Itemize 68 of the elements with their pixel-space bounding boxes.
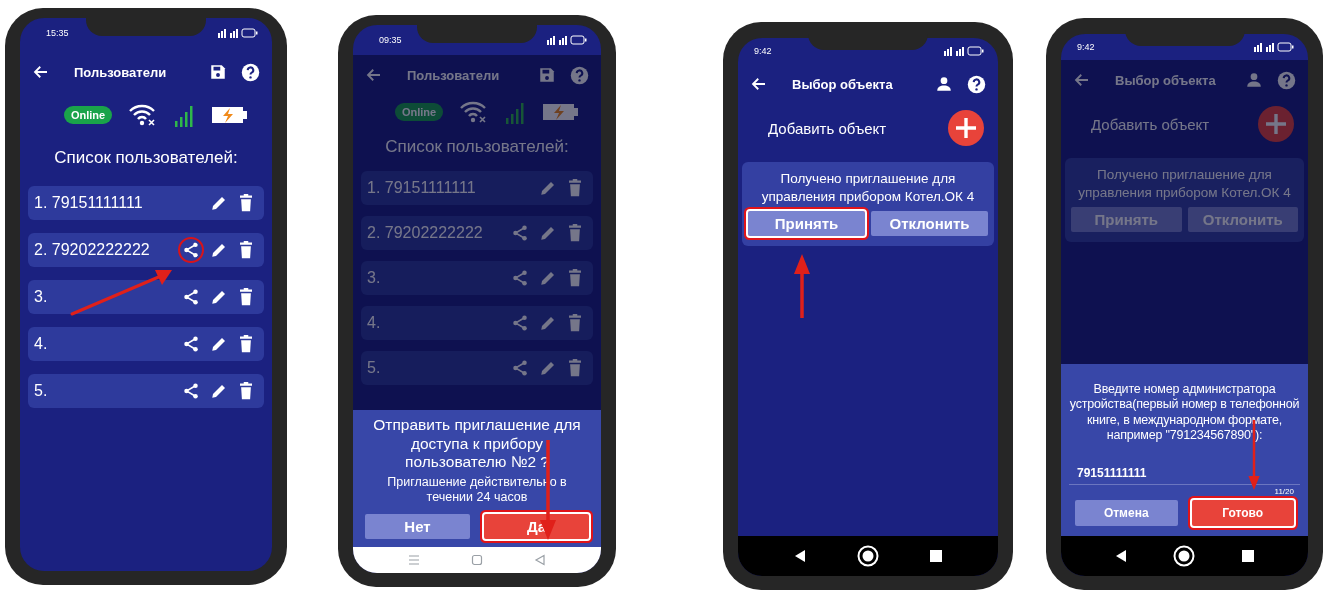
pencil-icon[interactable] xyxy=(210,335,228,353)
online-badge: Online xyxy=(394,103,444,121)
status-icons xyxy=(545,35,587,45)
person-icon[interactable] xyxy=(935,75,953,93)
user-label: 4. xyxy=(367,314,382,332)
status-icons xyxy=(1252,42,1294,52)
trash-icon[interactable] xyxy=(238,335,254,353)
share-icon[interactable] xyxy=(182,288,200,306)
user-label: 2. 79202222222 xyxy=(367,224,484,242)
user-label: 2. 79202222222 xyxy=(34,241,151,259)
trash-icon[interactable] xyxy=(238,194,254,212)
status-time: 15:35 xyxy=(46,28,69,38)
pencil-icon[interactable] xyxy=(210,241,228,259)
square-icon[interactable] xyxy=(929,549,943,563)
user-label: 5. xyxy=(34,382,49,400)
pencil-icon[interactable] xyxy=(210,194,228,212)
share-icon[interactable] xyxy=(182,382,200,400)
help-icon[interactable] xyxy=(967,74,986,94)
user-row[interactable]: 2. 79202222222 xyxy=(28,233,264,267)
pointer-arrow xyxy=(794,254,810,318)
invitation-text: Получено приглашение для управления прибором Котел.ОК 4 xyxy=(1077,166,1292,202)
plus-icon[interactable] xyxy=(948,110,984,146)
add-object-label: Добавить объект xyxy=(768,119,887,137)
user-label: 4. xyxy=(34,335,49,353)
pencil-icon[interactable] xyxy=(210,288,228,306)
screen-title: Пользователи xyxy=(406,67,501,83)
dialog-button[interactable]: Нет xyxy=(365,514,470,539)
share-icon[interactable] xyxy=(178,237,204,263)
user-label: 1. 79151111111 xyxy=(367,179,477,197)
list-heading: Список пользователей: xyxy=(384,137,570,157)
invitation-text: Получено приглашение для управления прибором Котел.ОК 4 xyxy=(760,170,976,206)
user-label: 1. 79151111111 xyxy=(34,194,144,212)
user-label: 3. xyxy=(367,269,382,287)
user-row[interactable]: 1. 79151111111 xyxy=(28,186,264,220)
home-circle-icon[interactable] xyxy=(857,545,879,567)
status-time: 9:42 xyxy=(1077,42,1095,52)
screen-title: Пользователи xyxy=(73,64,168,80)
status-time: 09:35 xyxy=(379,35,402,45)
battery-charging-icon xyxy=(543,102,580,122)
add-object-label: Добавить объект xyxy=(1091,115,1210,133)
screen-title: Выбор объекта xyxy=(1114,72,1217,88)
back-triangle-icon[interactable] xyxy=(793,549,807,563)
trash-icon[interactable] xyxy=(238,241,254,259)
user-label: 5. xyxy=(367,359,382,377)
back-arrow-icon[interactable] xyxy=(750,75,768,93)
back-arrow-icon[interactable] xyxy=(32,63,50,81)
user-row[interactable]: 4. xyxy=(28,327,264,361)
trash-icon[interactable] xyxy=(238,288,254,306)
invitation-button[interactable]: Отклонить xyxy=(871,211,988,237)
online-badge: Online xyxy=(63,106,113,124)
dialog-button[interactable]: Отмена xyxy=(1075,500,1178,526)
battery-charging-icon xyxy=(212,105,249,125)
status-icons xyxy=(942,46,984,56)
home-circle-icon[interactable] xyxy=(1173,545,1196,567)
pencil-icon[interactable] xyxy=(210,382,228,400)
phone-input-field[interactable]: 79151111111 xyxy=(1069,462,1300,485)
trash-icon[interactable] xyxy=(238,382,254,400)
share-icon[interactable] xyxy=(182,335,200,353)
status-time: 9:42 xyxy=(754,46,772,56)
user-label: 3. xyxy=(34,288,49,306)
screen-title: Выбор объекта xyxy=(791,76,894,92)
user-row[interactable]: 3. xyxy=(28,280,264,314)
help-icon[interactable] xyxy=(241,62,260,82)
character-counter: 11/20 xyxy=(1273,486,1295,496)
list-heading: Список пользователей: xyxy=(53,148,239,168)
square-icon[interactable] xyxy=(1241,549,1256,563)
user-row[interactable]: 5. xyxy=(28,374,264,408)
status-icons xyxy=(216,28,258,38)
